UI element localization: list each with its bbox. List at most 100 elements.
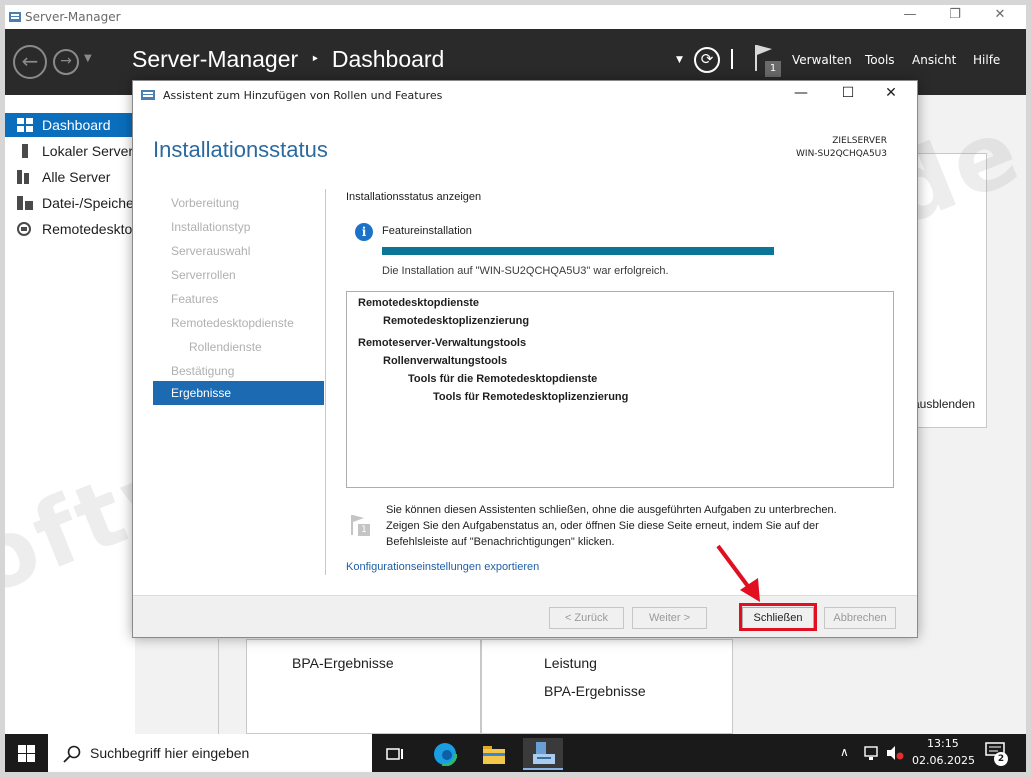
section-label: Installationsstatus anzeigen [346,191,482,203]
remote-desktop-icon [17,222,31,236]
success-message: Die Installation auf "WIN-SU2QCHQA5U3" w… [382,265,669,277]
search-icon [63,745,81,763]
page-title: Installationsstatus [153,137,328,162]
tile-border [218,639,219,734]
edge-icon [433,742,457,766]
menu-hilfe[interactable]: Hilfe [973,53,1000,67]
step-serverauswahl: Serverauswahl [171,244,251,258]
breadcrumb: Server-Manager ‣ Dashboard [132,46,444,73]
system-tray: ∧ 13:15 02.06.2025 2 [835,734,1026,772]
network-icon[interactable] [863,745,881,761]
close-window-button[interactable]: ✕ [982,7,1018,27]
sidebar-item-label: Remotedesktopdienste [42,221,135,237]
tray-overflow-icon[interactable]: ∧ [840,745,849,759]
forward-nav-button[interactable]: → [53,49,79,75]
bpa-results-label[interactable]: BPA-Ergebnisse [292,655,394,671]
taskbar-search-box[interactable]: Suchbegriff hier eingeben [48,734,372,772]
sidebar: Dashboard Lokaler Server Alle Server Dat… [5,95,135,734]
menu-verwalten[interactable]: Verwalten [792,53,852,67]
next-button[interactable]: Weiter > [632,607,707,629]
results-list[interactable]: Remotedesktopdienste Remotedesktoplizenz… [346,291,894,488]
history-dropdown-icon[interactable]: ▼ [84,53,92,64]
back-button[interactable]: < Zurück [549,607,624,629]
nav-divider [325,189,326,575]
restore-button[interactable]: ❐ [937,7,973,27]
welcome-tile: ausblenden [910,153,987,428]
volume-muted-icon[interactable] [886,745,904,761]
clock-time[interactable]: 13:15 [927,737,959,750]
sidebar-item-remote-desktop[interactable]: Remotedesktopdienste [5,217,135,241]
note-line-3: Befehlsleiste auf "Benachrichtigungen" k… [386,536,615,548]
target-server-value: WIN-SU2QCHQA5U3 [796,149,887,159]
refresh-icon[interactable]: ⟳ [694,47,720,73]
arrow-right-icon: → [60,53,72,69]
step-features: Features [171,292,219,306]
sidebar-item-label: Lokaler Server [42,143,134,159]
wizard-title: Assistent zum Hinzufügen von Rollen und … [163,89,443,102]
install-progress-bar [382,247,774,255]
wizard-maximize-button[interactable]: ☐ [830,85,866,105]
notification-count-badge: 1 [765,61,781,77]
arrow-left-icon: ← [21,49,39,73]
menu-ansicht[interactable]: Ansicht [912,53,956,67]
clock-date[interactable]: 02.06.2025 [912,754,975,767]
header-divider [731,49,733,69]
result-item: Tools für die Remotedesktopdienste [408,373,598,385]
menu-tools[interactable]: Tools [865,53,895,67]
task-view-icon [386,748,403,760]
step-serverrollen: Serverrollen [171,268,236,282]
sidebar-item-file-storage[interactable]: Datei-/Speicherdienste [5,191,135,215]
feature-install-label: Featureinstallation [382,225,472,237]
servers-icon [17,170,29,184]
notification-center-button[interactable]: 2 [985,742,1008,766]
breadcrumb-page: Dashboard [331,46,445,72]
sidebar-item-local-server[interactable]: Lokaler Server [5,139,135,163]
back-nav-button[interactable]: ← [13,45,47,79]
step-ergebnisse[interactable]: Ergebnisse [153,381,324,405]
window-title: Server-Manager [25,10,121,24]
performance-label[interactable]: Leistung [544,655,597,671]
note-line-2: Zeigen Sie den Aufgabenstatus an, oder ö… [386,520,819,532]
wizard-minimize-button[interactable]: — [783,85,819,105]
step-bestaetigung: Bestätigung [171,364,235,378]
notifications-flag[interactable]: 1 [752,43,781,77]
notification-flag-icon: 1 [349,513,371,537]
result-item: Tools für Remotedesktoplizenzierung [433,391,629,403]
server-manager-icon [9,12,21,22]
server-group-tile-b: Leistung BPA-Ergebnisse [481,639,733,734]
step-rollendienste: Rollendienste [189,340,262,354]
file-explorer-button[interactable] [474,738,514,770]
result-item: Rollenverwaltungstools [383,355,508,367]
minimize-button[interactable]: — [892,7,928,27]
wizard-close-button[interactable]: ✕ [873,85,909,105]
storage-icon [17,196,33,210]
title-bar[interactable]: Server-Manager — ❐ ✕ [5,5,1026,29]
result-item: Remotedesktopdienste [358,297,480,309]
sidebar-item-all-servers[interactable]: Alle Server [5,165,135,189]
add-roles-wizard-dialog: Assistent zum Hinzufügen von Rollen und … [132,80,918,638]
folder-icon [483,746,505,764]
wizard-icon [141,90,155,100]
start-button[interactable] [5,734,48,772]
note-line-1: Sie können diesen Assistenten schließen,… [386,504,837,516]
server-manager-taskbar-button[interactable] [523,738,563,770]
notification-badge: 2 [994,752,1008,766]
export-config-link[interactable]: Konfigurationseinstellungen exportieren [346,561,539,573]
hide-text[interactable]: ausblenden [913,397,975,411]
sidebar-item-dashboard[interactable]: Dashboard [5,113,135,137]
task-view-button[interactable] [375,738,415,770]
refresh-dropdown-icon[interactable]: ▼ [676,55,683,65]
sidebar-item-label: Datei-/Speicherdienste [42,195,135,211]
edge-button[interactable] [425,738,465,770]
bpa-results-label[interactable]: BPA-Ergebnisse [544,683,646,699]
info-icon: i [355,223,373,241]
step-vorbereitung: Vorbereitung [171,196,240,210]
annotation-arrow [716,544,760,602]
windows-logo-icon [18,745,35,762]
search-placeholder: Suchbegriff hier eingeben [90,745,250,761]
progress-fill [382,247,774,255]
cancel-button[interactable]: Abbrechen [824,607,896,629]
sidebar-item-label: Dashboard [42,117,111,133]
result-item: Remoteserver-Verwaltungstools [358,337,527,349]
step-installationstyp: Installationstyp [171,220,251,234]
